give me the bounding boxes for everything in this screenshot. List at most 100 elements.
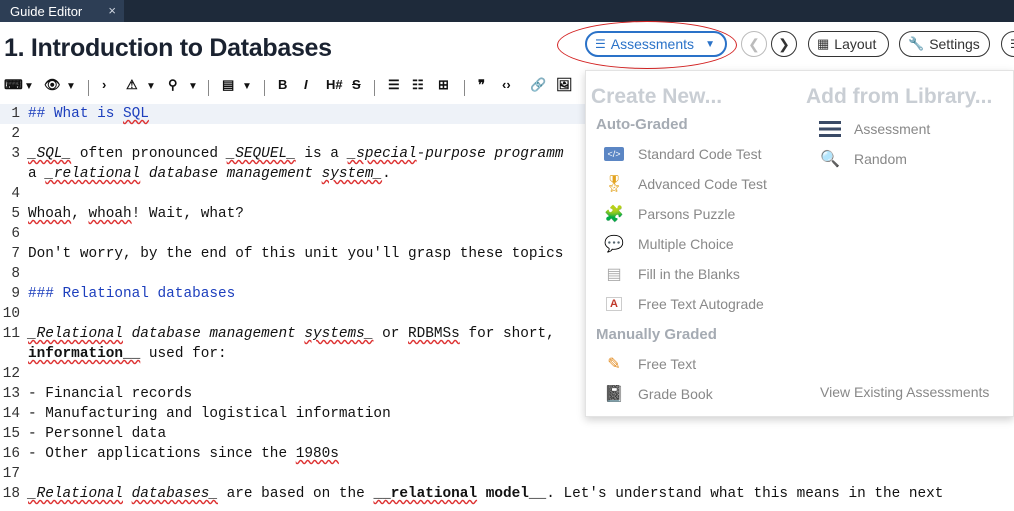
line-number: 5 xyxy=(11,206,20,222)
notebook-icon: 📓 xyxy=(604,386,624,403)
eye-icon[interactable]: 👁 xyxy=(44,77,61,93)
toolbar-divider xyxy=(374,80,375,96)
caret-down-icon[interactable]: ▼ xyxy=(188,81,198,92)
document-lines-icon: ▤ xyxy=(606,266,622,283)
terminal-icon[interactable]: ⌨ xyxy=(4,77,23,93)
layout-button[interactable]: ▦ Layout xyxy=(808,31,889,57)
toolbar-divider xyxy=(208,80,209,96)
line-number: 6 xyxy=(11,226,20,242)
toolbar-divider xyxy=(464,80,465,96)
code-line: a _relational database management system… xyxy=(28,166,391,182)
menu-item-label: Free Text Autograde xyxy=(638,296,764,312)
line-number: 1 xyxy=(11,106,20,122)
code-line: ## What is SQL xyxy=(28,106,149,122)
code-line: information__ used for: xyxy=(28,346,227,362)
quote-icon[interactable]: ❞ xyxy=(478,77,485,93)
menu-item-label: Parsons Puzzle xyxy=(638,206,736,222)
caret-down-icon[interactable]: ▼ xyxy=(242,81,252,92)
line-number: 2 xyxy=(11,126,20,142)
line-number: 9 xyxy=(11,286,20,302)
binoculars-icon[interactable]: ⚲ xyxy=(168,77,178,93)
caret-down-icon[interactable]: ▼ xyxy=(146,81,156,92)
settings-label: Settings xyxy=(929,36,980,52)
toolbar-divider xyxy=(88,80,89,96)
menu-item-standard-code-test[interactable]: </> Standard Code Test xyxy=(602,142,762,166)
code-line: - Personnel data xyxy=(28,426,167,442)
auto-graded-heading: Auto-Graded xyxy=(596,116,688,133)
document-icon[interactable]: ▤ xyxy=(222,77,234,93)
list-icon: ☰ xyxy=(1010,37,1014,51)
caret-down-icon[interactable]: ▼ xyxy=(24,81,34,92)
menu-item-multiple-choice[interactable]: 💬 Multiple Choice xyxy=(602,232,734,256)
caret-down-icon: ▼ xyxy=(705,38,715,50)
menu-item-grade-book[interactable]: 📓 Grade Book xyxy=(602,382,713,406)
code-line: - Manufacturing and logistical informati… xyxy=(28,406,391,422)
line-number: 10 xyxy=(2,306,20,322)
library-item-random[interactable]: 🔍 Random xyxy=(818,147,907,171)
menu-item-label: Advanced Code Test xyxy=(638,176,767,192)
chevron-right-icon: ❯ xyxy=(778,35,790,52)
menu-item-label: Free Text xyxy=(638,356,697,372)
line-number: 13 xyxy=(2,386,20,402)
line-number: 17 xyxy=(2,466,20,482)
wrench-icon: 🔧 xyxy=(908,36,925,51)
line-number: 8 xyxy=(11,266,20,282)
assessments-button[interactable]: ☰ Assessments ▼ xyxy=(585,31,727,57)
menu-item-free-text-autograde[interactable]: A Free Text Autograde xyxy=(602,292,764,316)
code-line: _Relational databases_ are based on the … xyxy=(28,486,944,502)
heading-button[interactable]: H# xyxy=(326,77,343,92)
numbered-list-icon[interactable]: ☷ xyxy=(412,77,424,93)
code-line: Whoah, whoah! Wait, what? xyxy=(28,206,244,222)
code-line: - Financial records xyxy=(28,386,193,402)
manually-graded-heading: Manually Graded xyxy=(596,326,717,343)
bold-icon[interactable]: B xyxy=(278,77,287,92)
tab-guide-editor[interactable]: Guide Editor × xyxy=(0,0,124,22)
menu-item-advanced-code-test[interactable]: 🎖 Advanced Code Test xyxy=(602,172,767,196)
menu-item-parsons-puzzle[interactable]: 🧩 Parsons Puzzle xyxy=(602,202,735,226)
add-from-library-heading: Add from Library... xyxy=(806,85,993,108)
tab-bar: Guide Editor × xyxy=(0,0,1014,22)
image-icon[interactable]: 🖼 xyxy=(556,77,573,93)
line-number: 12 xyxy=(2,366,20,382)
strikethrough-icon[interactable]: S xyxy=(352,77,361,92)
line-number: 7 xyxy=(11,246,20,262)
menu-item-label: Standard Code Test xyxy=(638,146,762,162)
menu-item-fill-in-the-blanks[interactable]: ▤ Fill in the Blanks xyxy=(602,262,740,286)
code-line: _Relational database management systems_… xyxy=(28,326,564,342)
view-existing-assessments-link[interactable]: View Existing Assessments xyxy=(820,384,989,400)
menu-item-label: Random xyxy=(854,151,907,167)
list-icon: ☰ xyxy=(595,37,606,51)
library-item-assessment[interactable]: Assessment xyxy=(818,117,930,141)
table-icon[interactable]: ⊞ xyxy=(438,77,449,93)
settings-button[interactable]: 🔧 Settings xyxy=(899,31,990,57)
code-test-icon: </> xyxy=(602,143,626,165)
puzzle-icon: 🧩 xyxy=(604,206,624,223)
code-line: ### Relational databases xyxy=(28,286,236,302)
menu-item-label: Fill in the Blanks xyxy=(638,266,740,282)
menu-item-free-text[interactable]: ✎ Free Text xyxy=(602,352,696,376)
code-line: Don't worry, by the end of this unit you… xyxy=(28,246,564,262)
line-number: 18 xyxy=(2,486,20,502)
previous-button[interactable]: ❮ xyxy=(741,31,767,57)
chevron-right-icon[interactable]: › xyxy=(102,77,106,92)
link-icon[interactable]: 🔗 xyxy=(530,77,546,93)
next-button[interactable]: ❯ xyxy=(771,31,797,57)
line-number: 11 xyxy=(2,326,20,342)
pencil-icon: ✎ xyxy=(607,356,621,373)
line-number: 16 xyxy=(2,446,20,462)
close-icon[interactable]: × xyxy=(108,3,116,18)
italic-icon[interactable]: I xyxy=(304,77,308,92)
hamburger-list-icon xyxy=(818,118,842,140)
more-button[interactable]: ☰ xyxy=(1001,31,1014,57)
chevron-left-icon: ❮ xyxy=(748,35,760,52)
caret-down-icon[interactable]: ▼ xyxy=(66,81,76,92)
search-document-icon: 🔍 xyxy=(820,151,840,168)
alert-icon[interactable]: ⚠ xyxy=(126,77,138,93)
bullet-list-icon[interactable]: ☰ xyxy=(388,77,400,93)
code-icon[interactable]: ‹› xyxy=(502,77,511,92)
chat-bubbles-icon: 💬 xyxy=(604,236,624,253)
menu-item-label: Assessment xyxy=(854,121,931,137)
page-title: 1. Introduction to Databases xyxy=(4,34,332,62)
create-new-heading: Create New... xyxy=(591,85,723,108)
code-line: _SQL_ often pronounced _SEQUEL_ is a _sp… xyxy=(28,146,564,162)
